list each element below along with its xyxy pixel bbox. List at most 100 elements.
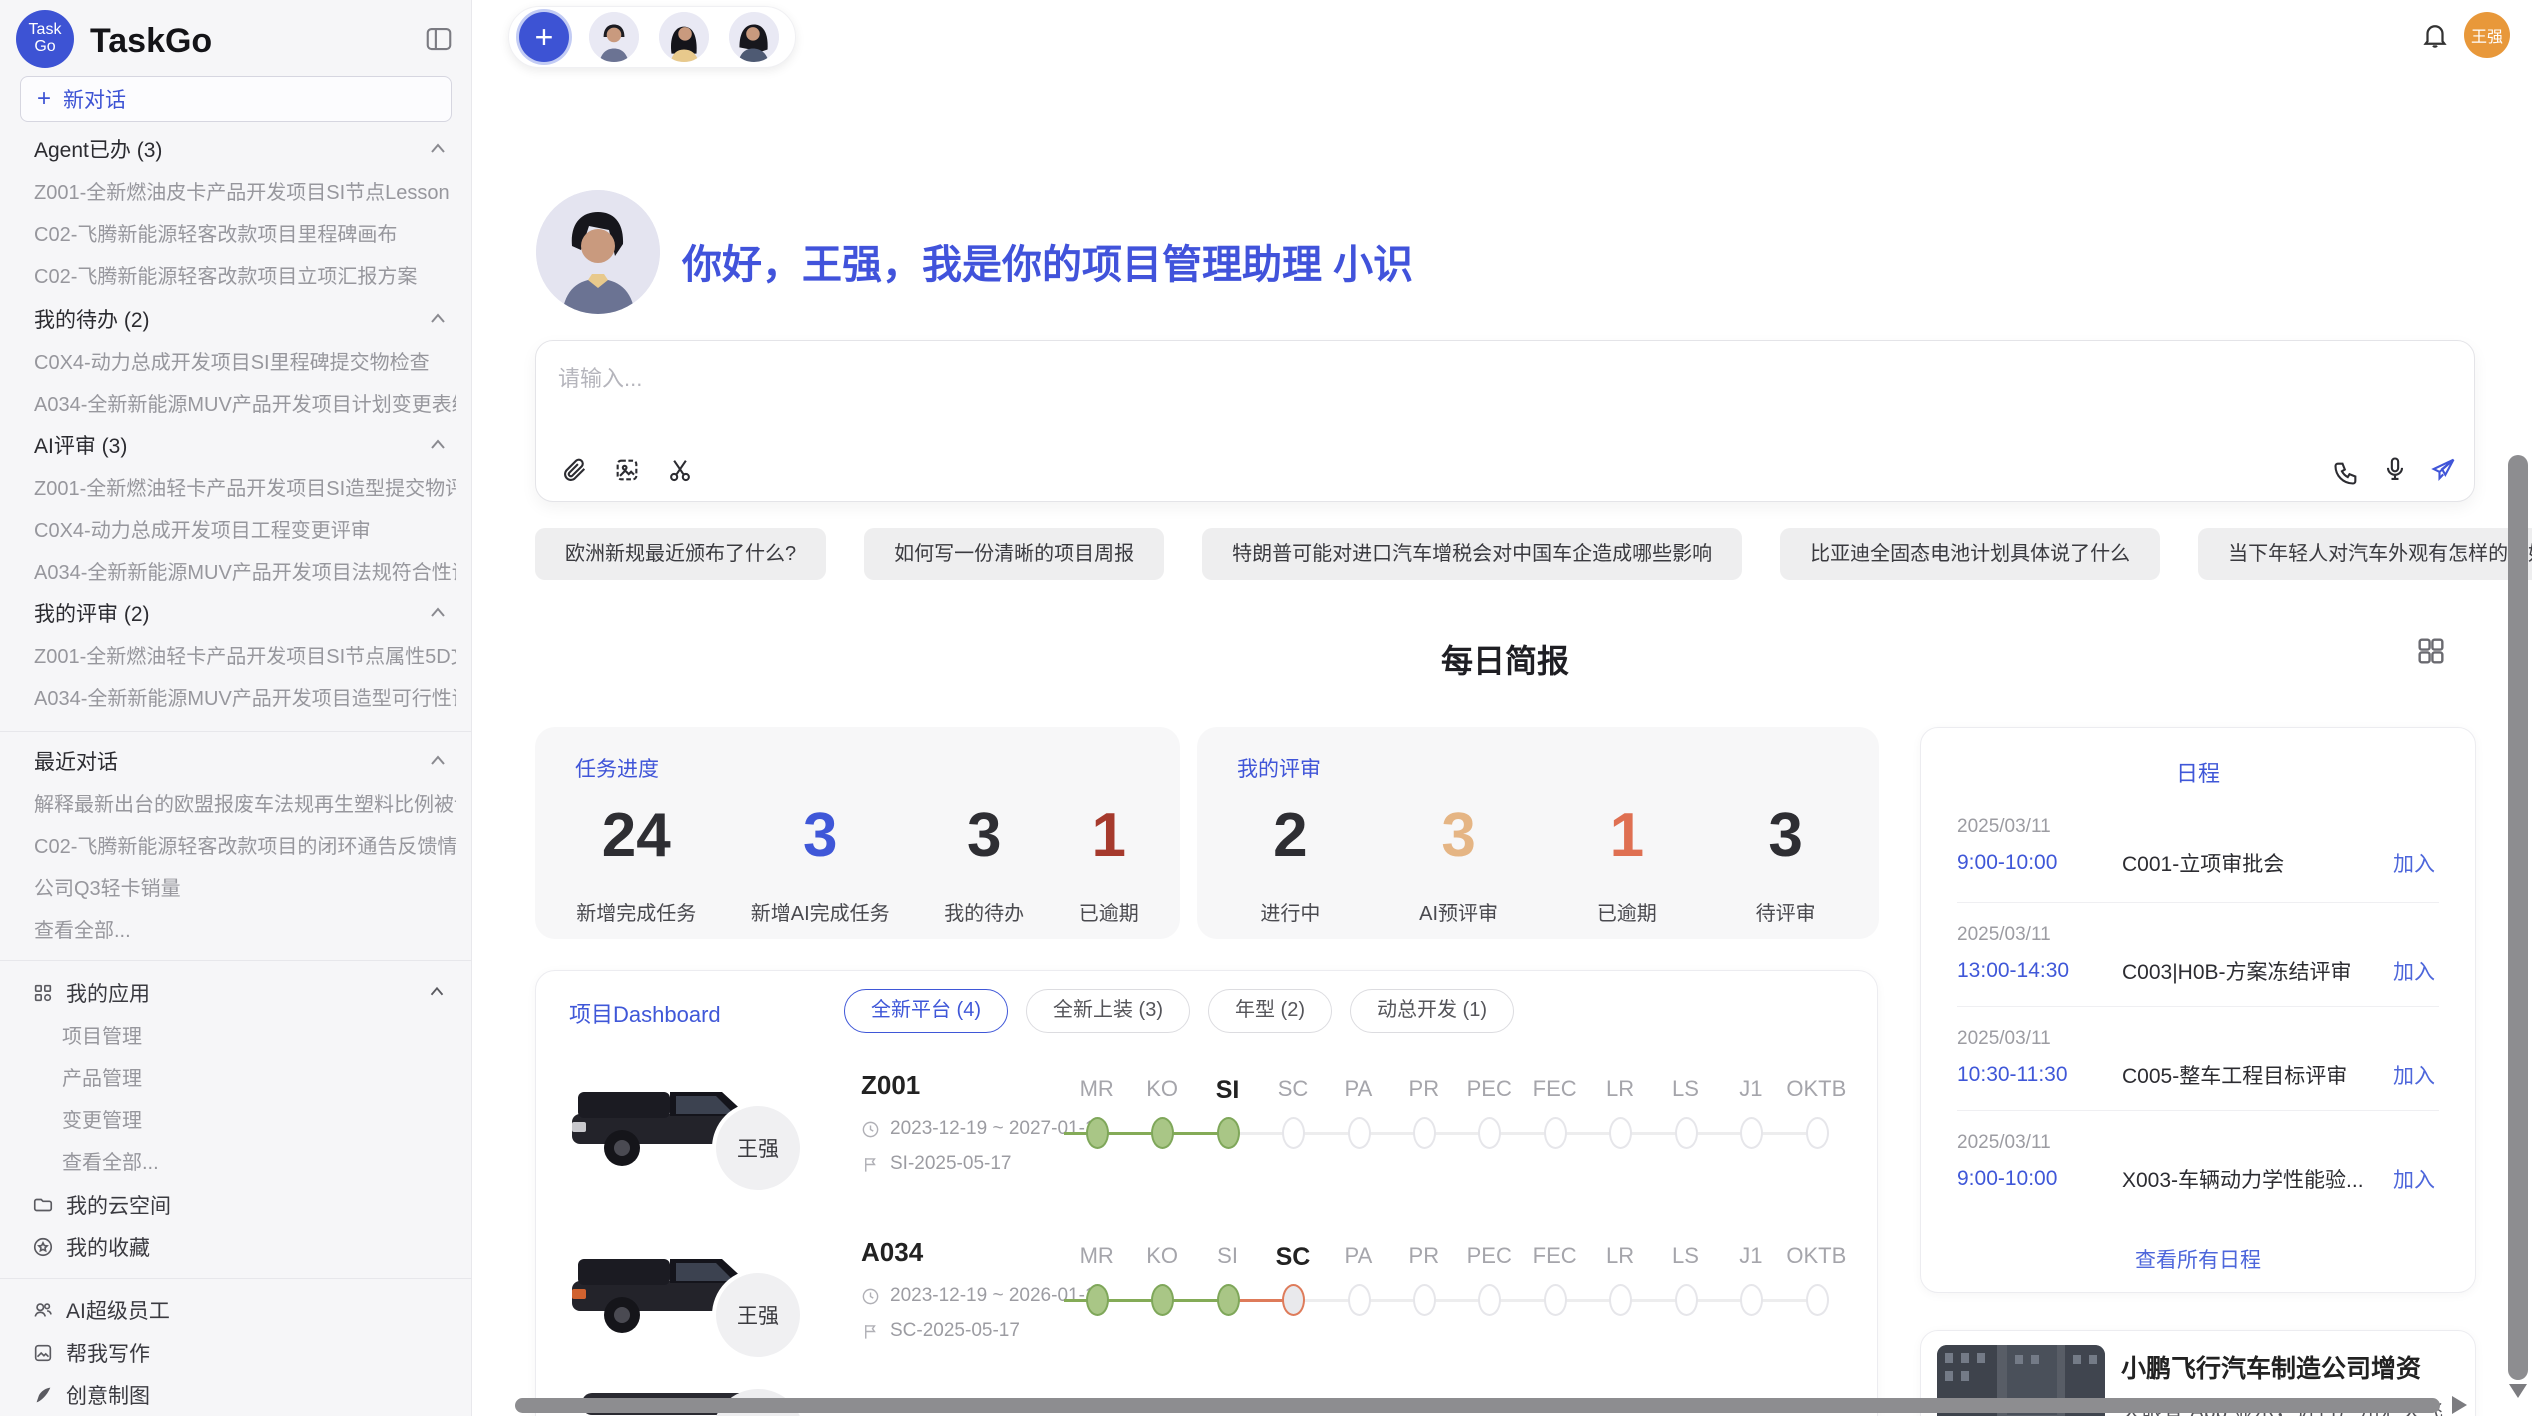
view-all-schedule-link[interactable]: 查看所有日程 [1921, 1244, 2475, 1274]
join-link[interactable]: 加入 [2393, 956, 2435, 986]
divider [0, 731, 472, 732]
sidebar-item[interactable]: Z001-全新燃油轻卡产品开发项目SI节点属性5D文件评审 [34, 640, 456, 668]
app-item[interactable]: 变更管理 [62, 1104, 452, 1132]
sidebar-item[interactable]: C02-飞腾新能源轻客改款项目立项汇报方案 [34, 260, 456, 288]
avatar-contact-1[interactable] [589, 12, 639, 62]
project-row[interactable]: 王强 Z001 2023-12-19 ~ 2027-01-19 SI-2025-… [536, 1056, 1878, 1226]
plus-icon: + [37, 87, 51, 111]
sidebar-item-cloud-space[interactable]: 我的云空间 [32, 1190, 456, 1220]
schedule-item: 10:30-11:30 C005-整车工程目标评审 加入 [1957, 1060, 2435, 1090]
add-contact-button[interactable]: + [519, 12, 569, 62]
suggestion-chips: 欧洲新规最近颁布了什么? 如何写一份清晰的项目周报 特朗普可能对进口汽车增税会对… [535, 528, 2475, 580]
tab-powertrain[interactable]: 动总开发 (1) [1350, 989, 1514, 1033]
sidebar-item-favorites[interactable]: 我的收藏 [32, 1232, 456, 1262]
new-chat-button[interactable]: + 新对话 [20, 76, 452, 122]
image-doc-icon [32, 1342, 54, 1364]
tab-new-platform[interactable]: 全新平台 (4) [844, 989, 1008, 1033]
item-label: 帮我写作 [66, 1338, 150, 1368]
image-upload-icon[interactable] [613, 456, 641, 484]
suggestion-chip[interactable]: 欧洲新规最近颁布了什么? [535, 528, 826, 580]
folder-icon [32, 1194, 54, 1216]
chevron-up-icon[interactable] [426, 601, 450, 625]
project-name: Z001 [861, 1070, 920, 1101]
scroll-right-arrow-icon[interactable] [2452, 1396, 2467, 1414]
sidebar-item[interactable]: C0X4-动力总成开发项目工程变更评审 [34, 514, 456, 542]
schedule-event: C005-整车工程目标评审 [2122, 1060, 2393, 1090]
sidebar-item[interactable]: Z001-全新燃油轻卡产品开发项目SI造型提交物评审 [34, 472, 456, 500]
join-link[interactable]: 加入 [2393, 1164, 2435, 1194]
section-recent-chats[interactable]: 最近对话 [34, 746, 454, 776]
sidebar-item-write-helper[interactable]: 帮我写作 [32, 1338, 456, 1368]
suggestion-chip[interactable]: 如何写一份清晰的项目周报 [864, 528, 1164, 580]
stat-overdue: 1 已逾期 [1597, 801, 1657, 926]
logo-text-1: Task [29, 22, 62, 39]
recent-chat-item[interactable]: 公司Q3轻卡销量 [34, 872, 456, 900]
user-avatar[interactable]: 王强 [2464, 12, 2510, 58]
sidebar-item[interactable]: C02-飞腾新能源轻客改款项目里程碑画布 [34, 218, 456, 246]
schedule-date: 2025/03/11 [1957, 1028, 2051, 1050]
chevron-up-icon[interactable] [426, 433, 450, 457]
notifications-bell-icon[interactable] [2420, 20, 2450, 50]
owner-badge: 王强 [712, 1269, 804, 1361]
recent-view-all[interactable]: 查看全部... [34, 914, 456, 942]
sidebar-item[interactable]: C0X4-动力总成开发项目SI里程碑提交物检查 [34, 346, 456, 374]
schedule-time: 9:00-10:00 [1957, 851, 2122, 875]
suggestion-chip[interactable]: 当下年轻人对汽车外观有怎样的喜好趋势 [2198, 528, 2532, 580]
layout-grid-icon[interactable] [2414, 634, 2448, 668]
tab-new-body[interactable]: 全新上装 (3) [1026, 989, 1190, 1033]
stat-my-todo: 3 我的待办 [944, 801, 1024, 926]
microphone-icon[interactable] [2381, 455, 2409, 483]
join-link[interactable]: 加入 [2393, 848, 2435, 878]
divider [1957, 902, 2439, 903]
task-progress-card: 任务进度 24 新增完成任务 3 新增AI完成任务 3 我的待办 1 已逾期 [535, 727, 1180, 939]
attachment-icon[interactable] [561, 456, 589, 484]
chevron-up-icon[interactable] [426, 981, 450, 1005]
avatar-contact-2[interactable] [659, 12, 709, 62]
chat-input[interactable] [558, 361, 2158, 431]
section-agent-done[interactable]: Agent已办 (3) [34, 134, 454, 164]
sidebar-item[interactable]: A034-全新新能源MUV产品开发项目计划变更表编写 [34, 388, 456, 416]
sidebar-item[interactable]: A034-全新新能源MUV产品开发项目法规符合性评审 [34, 556, 456, 584]
chevron-up-icon[interactable] [426, 137, 450, 161]
milestone-labels: MR KO SI SC PA PR PEC FEC LR LS J1 OKTB [1064, 1243, 1849, 1272]
send-icon[interactable] [2429, 455, 2457, 483]
sidebar: Task Go TaskGo + 新对话 Agent已办 (3) Z001-全新… [0, 0, 472, 1416]
section-my-apps[interactable]: 我的应用 [32, 978, 456, 1008]
section-title: AI评审 (3) [34, 430, 127, 460]
greeting-text: 你好，王强，我是你的项目管理助理 小识 [682, 232, 1413, 290]
tab-year-model[interactable]: 年型 (2) [1208, 989, 1332, 1033]
app-item[interactable]: 产品管理 [62, 1062, 452, 1090]
assistant-avatar [536, 190, 660, 314]
sidebar-item[interactable]: Z001-全新燃油皮卡产品开发项目SI节点Lesson Learn报告 [34, 176, 456, 204]
chevron-up-icon[interactable] [426, 749, 450, 773]
logo-text-2: Go [34, 39, 55, 56]
app-item[interactable]: 项目管理 [62, 1020, 452, 1048]
suggestion-chip[interactable]: 特朗普可能对进口汽车增税会对中国车企造成哪些影响 [1202, 528, 1742, 580]
schedule-time: 13:00-14:30 [1957, 959, 2122, 983]
scissors-icon[interactable] [666, 456, 694, 484]
section-ai-review[interactable]: AI评审 (3) [34, 430, 454, 460]
vertical-scrollbar[interactable] [2508, 455, 2528, 1380]
join-link[interactable]: 加入 [2393, 1060, 2435, 1090]
phone-call-icon[interactable] [2332, 459, 2360, 487]
sidebar-collapse-icon[interactable] [424, 24, 454, 54]
sidebar-item-ai-employee[interactable]: AI超级员工 [32, 1295, 456, 1325]
recent-chat-item[interactable]: C02-飞腾新能源轻客改款项目的闭环通告反馈情况 [34, 830, 456, 858]
section-my-todo[interactable]: 我的待办 (2) [34, 304, 454, 334]
quill-pen-icon [32, 1384, 54, 1406]
chevron-up-icon[interactable] [426, 307, 450, 331]
apps-view-all[interactable]: 查看全部... [62, 1146, 452, 1174]
item-label: AI超级员工 [66, 1295, 170, 1325]
section-title: 我的待办 (2) [34, 304, 150, 334]
sidebar-item[interactable]: A034-全新新能源MUV产品开发项目造型可行性评审 [34, 682, 456, 710]
avatar-contact-3[interactable] [729, 12, 779, 62]
horizontal-scrollbar[interactable] [515, 1398, 2440, 1413]
project-flag-date: SI-2025-05-17 [861, 1153, 1011, 1175]
sidebar-item-creative-drawing[interactable]: 创意制图 [32, 1380, 456, 1410]
schedule-title: 日程 [1921, 756, 2475, 788]
suggestion-chip[interactable]: 比亚迪全固态电池计划具体说了什么 [1780, 528, 2160, 580]
section-my-review[interactable]: 我的评审 (2) [34, 598, 454, 628]
recent-chat-item[interactable]: 解释最新出台的欧盟报废车法规再生塑料比例被调至15%... [34, 788, 456, 816]
scroll-down-arrow-icon[interactable] [2509, 1384, 2527, 1398]
project-row[interactable]: 王强 A034 2023-12-19 ~ 2026-01-19 SC-2025-… [536, 1223, 1878, 1393]
